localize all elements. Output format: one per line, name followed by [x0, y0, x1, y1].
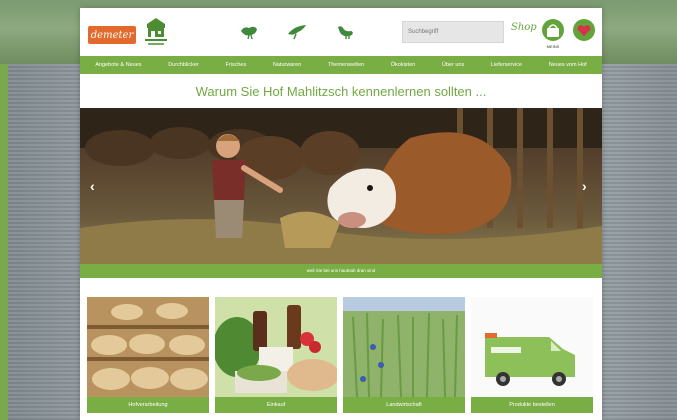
nav-item-neues-vom-hof[interactable]: Neues vom Hof [549, 62, 587, 68]
tile-landwirtschaft[interactable]: Landwirtschaft [343, 297, 465, 413]
cart-button[interactable] [542, 19, 564, 41]
nav-item-angebote[interactable]: Angebote & Neues [95, 62, 141, 68]
tile-label: Landwirtschaft [343, 397, 465, 413]
page-headline: Warum Sie Hof Mahlitzsch kennenlernen so… [195, 84, 487, 99]
bird-icon[interactable] [286, 22, 308, 40]
tile-hofverarbeitung[interactable]: Hofverarbeitung [87, 297, 209, 413]
tile-einkauf[interactable]: Einkauf [215, 297, 337, 413]
goose-icon[interactable] [334, 22, 356, 40]
hero-image [80, 108, 602, 264]
tile-label: Hofverarbeitung [87, 397, 209, 413]
nav-item-frisches[interactable]: Frisches [225, 62, 246, 68]
hen-icon[interactable] [238, 22, 260, 40]
tile-produkte-bestellen[interactable]: Produkte bestellen [471, 297, 593, 413]
basket-icon [547, 24, 559, 37]
cart-label: MEINS [546, 44, 560, 49]
animal-icons-row [238, 22, 356, 42]
shop-link[interactable]: Shop [511, 22, 537, 33]
nav-item-ueber-uns[interactable]: Über uns [442, 62, 464, 68]
nav-item-durchblicker[interactable]: Durchblicker [168, 62, 199, 68]
delivery-van-icon [471, 297, 593, 397]
website-frame: demeter Suchbegriff Shop MEINS Angebote … [80, 8, 602, 420]
site-header: demeter Suchbegriff Shop MEINS [80, 8, 602, 56]
search-input[interactable]: Suchbegriff [402, 21, 504, 43]
main-navigation: Angebote & Neues Durchblicker Frisches N… [80, 56, 602, 74]
nav-item-oekokisten[interactable]: Ökokisten [391, 62, 415, 68]
wheat-field-image [343, 297, 465, 397]
heart-icon [577, 24, 591, 36]
slider-caption: weil Sie bei uns hautnah dran sind [80, 264, 602, 278]
favorites-button[interactable] [573, 19, 595, 41]
groceries-image [215, 297, 337, 397]
hero-slider: ‹ › [80, 108, 602, 264]
demeter-logo[interactable]: demeter [88, 26, 136, 44]
tile-label: Einkauf [215, 397, 337, 413]
nav-item-lieferservice[interactable]: Lieferservice [491, 62, 522, 68]
farm-logo-icon[interactable] [142, 16, 170, 46]
category-tiles: Hofverarbeitung Einkauf Landwirtschaft P… [87, 297, 595, 417]
slider-prev-arrow[interactable]: ‹ [90, 178, 95, 194]
bread-image [87, 297, 209, 397]
slider-next-arrow[interactable]: › [582, 178, 587, 194]
tile-label: Produkte bestellen [471, 397, 593, 413]
nav-item-naturwaren[interactable]: Naturwaren [273, 62, 301, 68]
nav-item-themenwelten[interactable]: Themenwelten [328, 62, 364, 68]
